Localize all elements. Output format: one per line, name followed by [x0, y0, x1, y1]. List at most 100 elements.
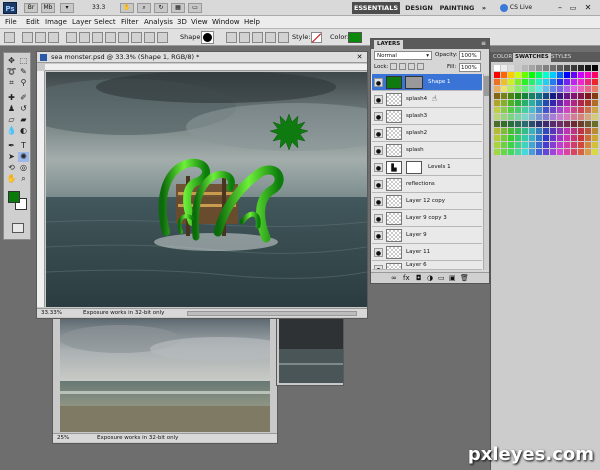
- swatch-cell[interactable]: [592, 128, 598, 134]
- mini-bridge-button[interactable]: Mb: [41, 3, 55, 13]
- swatch-cell[interactable]: [592, 135, 598, 141]
- swatch-cell[interactable]: [557, 149, 563, 155]
- swatch-cell[interactable]: [578, 79, 584, 85]
- dodge-tool-icon[interactable]: ◐: [18, 126, 29, 136]
- swatch-cell[interactable]: [522, 79, 528, 85]
- swatch-cell[interactable]: [585, 121, 591, 127]
- ruler-vertical[interactable]: [37, 71, 45, 307]
- swatch-cell[interactable]: [536, 135, 542, 141]
- fill-pixels-icon[interactable]: [48, 32, 59, 43]
- swatch-cell[interactable]: [592, 86, 598, 92]
- intersect-shape-icon[interactable]: [265, 32, 276, 43]
- swatch-cell[interactable]: [571, 65, 577, 71]
- swatch-cell[interactable]: [585, 93, 591, 99]
- clone-stamp-tool-icon[interactable]: ♟: [6, 104, 17, 114]
- history-brush-tool-icon[interactable]: ↺: [18, 104, 29, 114]
- swatch-cell[interactable]: [522, 107, 528, 113]
- swatch-cell[interactable]: [536, 114, 542, 120]
- swatch-cell[interactable]: [515, 149, 521, 155]
- swatch-cell[interactable]: [585, 65, 591, 71]
- new-layer-icon[interactable]: ▣: [449, 274, 456, 282]
- crop-tool-icon[interactable]: ⌗: [6, 78, 17, 88]
- visibility-eye-icon[interactable]: ●: [374, 78, 383, 87]
- menu-edit[interactable]: Edit: [26, 17, 40, 28]
- menu-window[interactable]: Window: [212, 17, 240, 28]
- swatch-cell[interactable]: [522, 121, 528, 127]
- swatch-cell[interactable]: [578, 128, 584, 134]
- swatch-cell[interactable]: [543, 79, 549, 85]
- swatch-cell[interactable]: [592, 149, 598, 155]
- swatch-cell[interactable]: [515, 135, 521, 141]
- swatch-cell[interactable]: [585, 79, 591, 85]
- swatch-cell[interactable]: [508, 100, 514, 106]
- swatch-cell[interactable]: [501, 128, 507, 134]
- zoom-tool-icon[interactable]: ⌕: [18, 174, 29, 184]
- tool-preset-icon[interactable]: [4, 32, 15, 43]
- menu-select[interactable]: Select: [94, 17, 116, 28]
- swatch-cell[interactable]: [585, 107, 591, 113]
- subtract-shape-icon[interactable]: [252, 32, 263, 43]
- swatch-cell[interactable]: [522, 72, 528, 78]
- visibility-eye-icon[interactable]: ●: [374, 231, 383, 240]
- arrange-documents-icon[interactable]: ▦: [171, 3, 185, 13]
- swatch-cell[interactable]: [557, 100, 563, 106]
- swatch-cell[interactable]: [571, 93, 577, 99]
- visibility-eye-icon[interactable]: ●: [374, 197, 383, 206]
- zoom-tool-icon[interactable]: ⌕: [137, 3, 151, 13]
- zoom-level[interactable]: 33.3: [92, 3, 114, 13]
- swatch-cell[interactable]: [557, 79, 563, 85]
- healing-brush-tool-icon[interactable]: ✚: [6, 93, 17, 103]
- visibility-eye-icon[interactable]: ●: [374, 163, 383, 172]
- swatch-cell[interactable]: [529, 107, 535, 113]
- swatch-cell[interactable]: [550, 100, 556, 106]
- freeform-pen-icon[interactable]: [79, 32, 90, 43]
- swatch-cell[interactable]: [529, 149, 535, 155]
- foreground-color-swatch[interactable]: [8, 191, 20, 203]
- swatch-cell[interactable]: [564, 135, 570, 141]
- swatch-cell[interactable]: [543, 100, 549, 106]
- swatch-cell[interactable]: [571, 86, 577, 92]
- lock-all-icon[interactable]: [417, 63, 424, 70]
- custom-shape-tool-icon[interactable]: ✺: [18, 152, 29, 162]
- swatch-cell[interactable]: [508, 79, 514, 85]
- swatch-cell[interactable]: [515, 107, 521, 113]
- swatch-cell[interactable]: [571, 149, 577, 155]
- extras-menu-button[interactable]: ▾: [60, 3, 74, 13]
- menu-help[interactable]: Help: [244, 17, 260, 28]
- swatch-cell[interactable]: [515, 142, 521, 148]
- horizontal-scrollbar[interactable]: [187, 311, 357, 316]
- swatch-cell[interactable]: [564, 142, 570, 148]
- layer-row-splash3[interactable]: ● splash3: [372, 108, 482, 125]
- layer-row-splash[interactable]: ● splash: [372, 142, 482, 159]
- swatch-cell[interactable]: [522, 149, 528, 155]
- move-tool-icon[interactable]: ✥: [6, 56, 17, 66]
- swatch-cell[interactable]: [557, 135, 563, 141]
- swatch-cell[interactable]: [578, 93, 584, 99]
- swatch-cell[interactable]: [543, 149, 549, 155]
- swatch-cell[interactable]: [529, 114, 535, 120]
- gradient-tool-icon[interactable]: ▰: [18, 115, 29, 125]
- swatch-cell[interactable]: [550, 79, 556, 85]
- quick-select-tool-icon[interactable]: ✎: [18, 67, 29, 77]
- swatch-cell[interactable]: [501, 65, 507, 71]
- swatch-cell[interactable]: [522, 100, 528, 106]
- swatch-cell[interactable]: [522, 86, 528, 92]
- swatch-cell[interactable]: [571, 135, 577, 141]
- swatch-cell[interactable]: [543, 93, 549, 99]
- main-doc-status-text[interactable]: Exposure works in 32-bit only: [83, 309, 164, 318]
- tab-swatches[interactable]: SWATCHES: [513, 53, 551, 62]
- swatch-cell[interactable]: [522, 142, 528, 148]
- layer-row-layer-11[interactable]: ● Layer 11: [372, 244, 482, 261]
- swatch-cell[interactable]: [494, 135, 500, 141]
- hand-tool-icon[interactable]: ✋: [6, 174, 17, 184]
- swatch-cell[interactable]: [536, 72, 542, 78]
- lasso-tool-icon[interactable]: ➰: [6, 67, 17, 77]
- swatch-cell[interactable]: [550, 135, 556, 141]
- menu-view[interactable]: View: [191, 17, 208, 28]
- swatch-cell[interactable]: [571, 79, 577, 85]
- swatch-cell[interactable]: [578, 72, 584, 78]
- swatch-cell[interactable]: [578, 114, 584, 120]
- swatch-cell[interactable]: [515, 121, 521, 127]
- swatch-cell[interactable]: [550, 86, 556, 92]
- workspace-essentials[interactable]: ESSENTIALS: [352, 2, 400, 14]
